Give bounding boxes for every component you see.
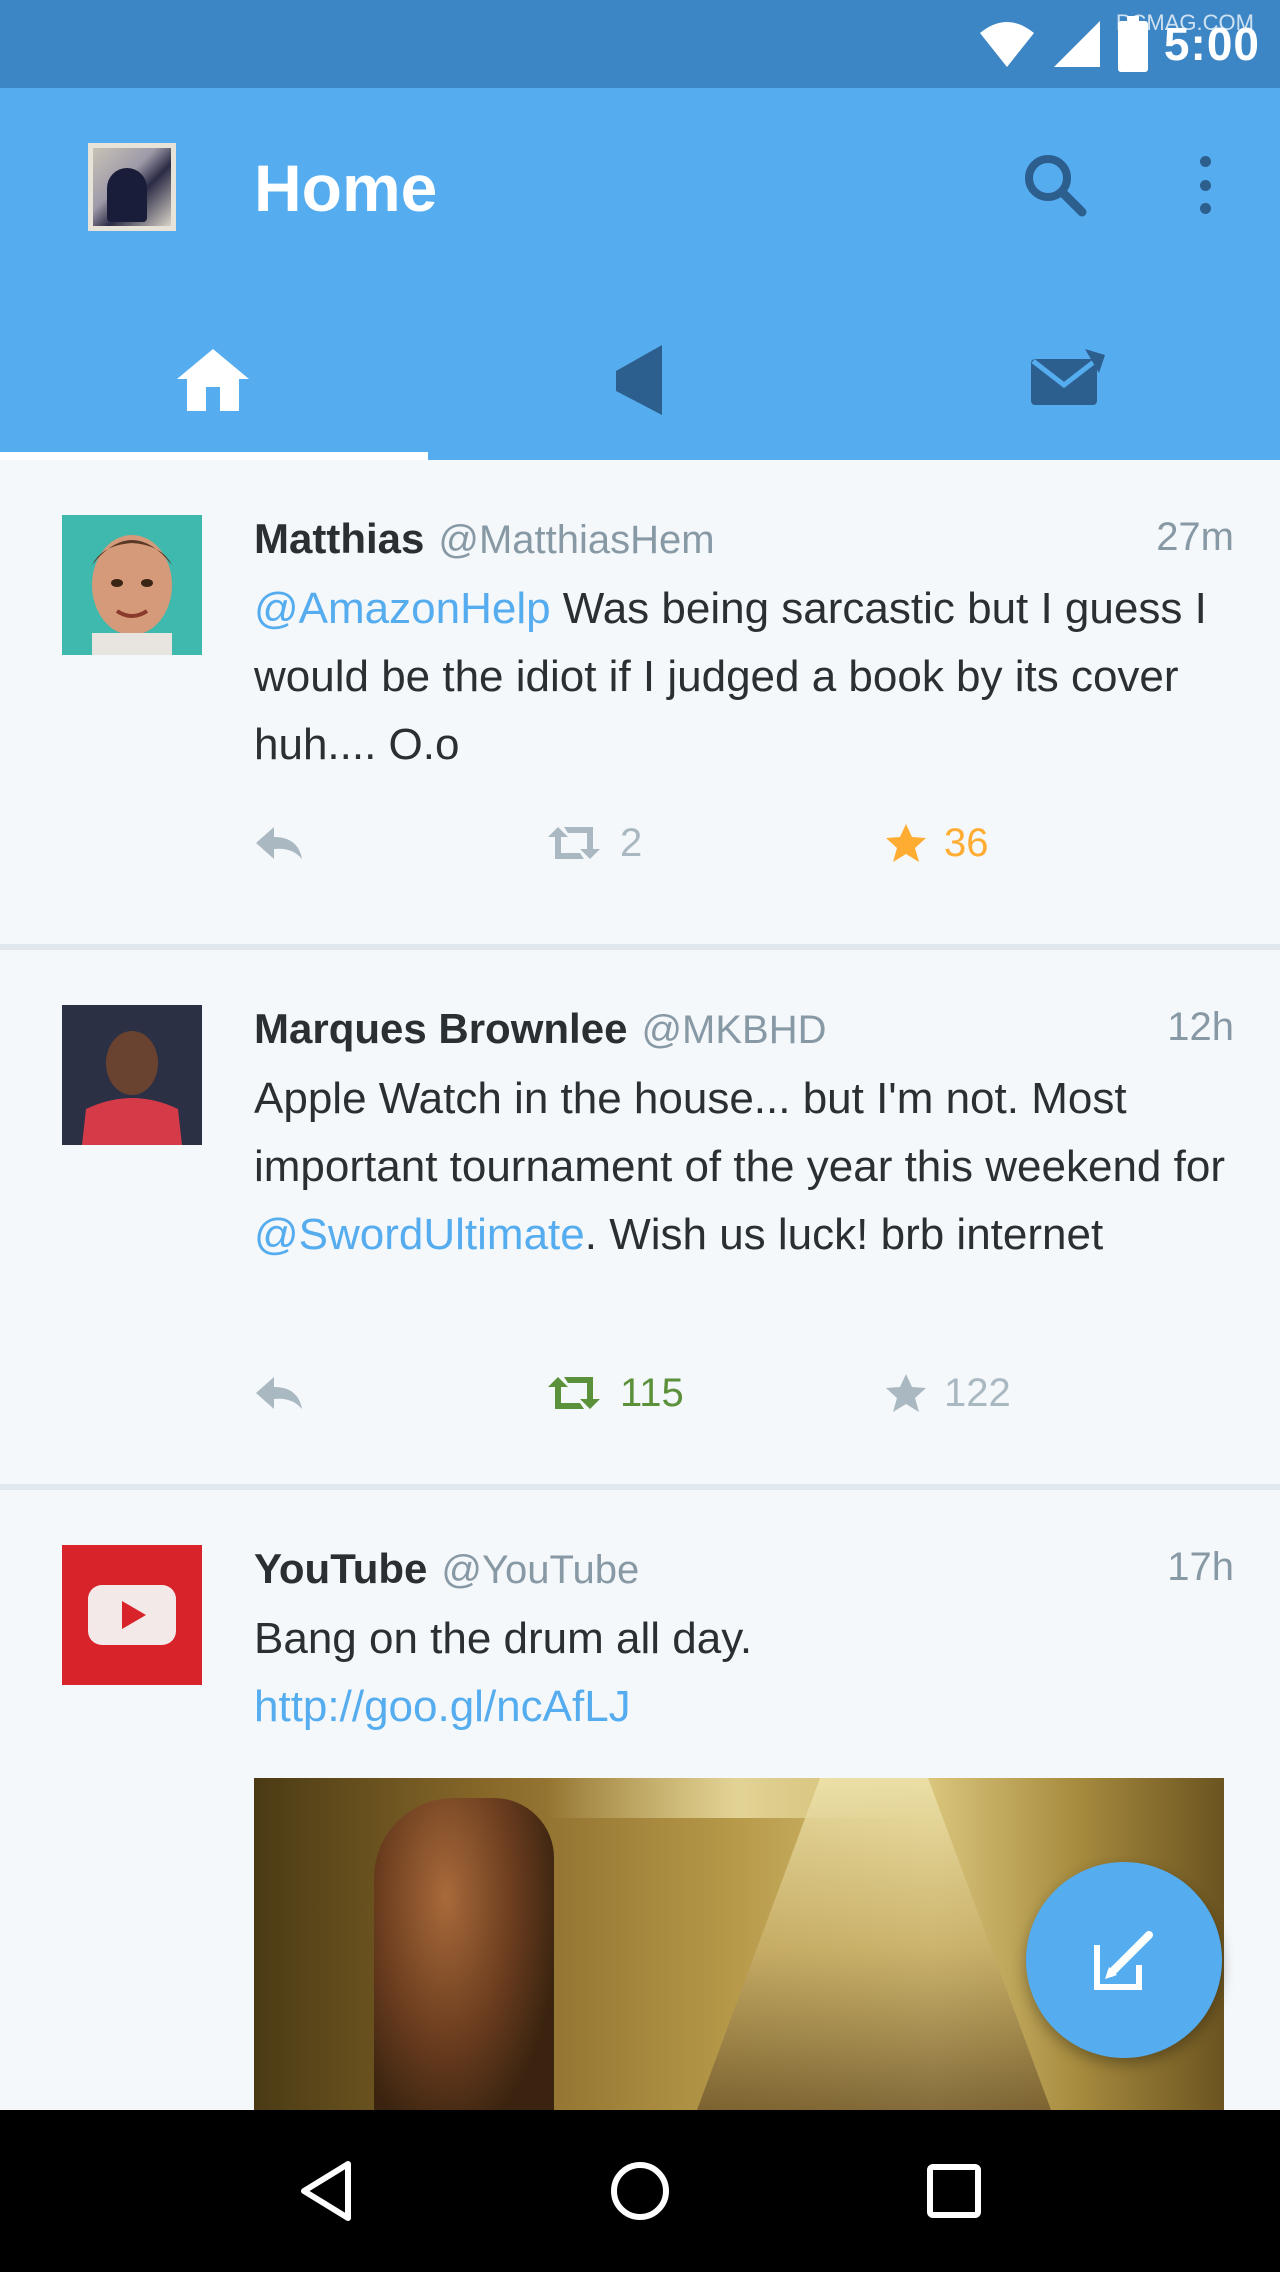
mention-link[interactable]: @SwordUltimate [254,1210,585,1259]
retweet-count: 2 [620,820,643,865]
notifications-icon [616,345,662,415]
back-icon[interactable] [296,2158,356,2224]
tweet-author-name[interactable]: YouTube [254,1545,427,1593]
overflow-dot [1199,156,1211,167]
tweet-author-name[interactable]: Matthias [254,515,424,563]
watermark: PCMAG.COM [1115,10,1254,35]
recents-icon[interactable] [924,2161,984,2221]
star-icon [886,1374,926,1412]
tweet-timestamp: 27m [1156,515,1234,559]
status-bar: 5:00 PCMAG.COM [0,0,1280,88]
signal-icon [1053,21,1100,67]
retweet-count: 115 [620,1370,684,1415]
tab-messages[interactable] [853,300,1280,460]
overflow-menu-button[interactable] [1180,150,1230,220]
tweet-card[interactable]: Matthias @MatthiasHem 27m @AmazonHelp Wa… [0,460,1280,950]
tweet-text-body: Apple Watch in the house... but I'm not.… [254,1074,1225,1191]
tab-home[interactable] [0,300,428,460]
home-button-icon[interactable] [608,2159,672,2223]
tweet-author-handle[interactable]: @YouTube [441,1548,639,1593]
reply-icon [256,827,302,859]
system-nav-bar [0,2110,1280,2272]
tweet-author-handle[interactable]: @MatthiasHem [438,518,714,563]
favorite-count: 122 [944,1370,1011,1415]
favorite-button[interactable]: 36 [884,813,989,873]
messages-icon [1030,349,1105,405]
tweet-timestamp: 17h [1167,1545,1234,1589]
retweet-button[interactable]: 2 [544,813,642,873]
mention-link[interactable]: @AmazonHelp [254,584,551,633]
app-bar: Home [0,88,1280,460]
tweet-link[interactable]: http://goo.gl/ncAfLJ [254,1673,1234,1741]
tweet-author-handle[interactable]: @MKBHD [641,1008,826,1053]
tweet-text: Apple Watch in the house... but I'm not.… [254,1065,1234,1269]
retweet-icon [548,827,600,859]
overflow-dot [1199,179,1211,191]
star-icon [886,824,926,862]
tweet-timestamp: 12h [1167,1005,1234,1049]
retweet-icon [548,1377,600,1409]
search-icon [1025,155,1087,217]
tweet-actions: 115 122 [254,1363,1234,1423]
tweet-text: Bang on the drum all day. [254,1614,753,1663]
compose-icon [1094,1931,1153,1990]
avatar[interactable] [62,1005,202,1145]
avatar[interactable] [62,1545,202,1685]
twitter-home-screen: 5:00 PCMAG.COM Home Matthias @MatthiasHe… [0,0,1280,2272]
tweet-card[interactable]: Marques Brownlee @MKBHD 12h Apple Watch … [0,950,1280,1490]
avatar[interactable] [62,515,202,655]
wifi-icon [979,22,1034,67]
profile-avatar[interactable] [88,143,176,231]
tweet-author-name[interactable]: Marques Brownlee [254,1005,627,1053]
home-icon [177,349,250,411]
reply-button[interactable] [254,813,304,873]
tab-notifications[interactable] [427,300,854,460]
reply-button[interactable] [254,1363,304,1423]
tweet-text: @AmazonHelp Was being sarcastic but I gu… [254,575,1234,779]
compose-tweet-button[interactable] [1026,1862,1222,2058]
search-button[interactable] [1020,150,1090,220]
overflow-dot [1199,203,1211,214]
page-title: Home [254,151,438,225]
favorite-button[interactable]: 122 [884,1363,1011,1423]
tweet-text-body: . Wish us luck! brb internet [584,1210,1104,1259]
tab-indicator [0,452,428,460]
reply-icon [256,1377,302,1409]
favorite-count: 36 [944,820,989,865]
tab-bar [0,300,1280,460]
tweet-actions: 2 36 [254,813,1234,873]
retweet-button[interactable]: 115 [544,1363,684,1423]
